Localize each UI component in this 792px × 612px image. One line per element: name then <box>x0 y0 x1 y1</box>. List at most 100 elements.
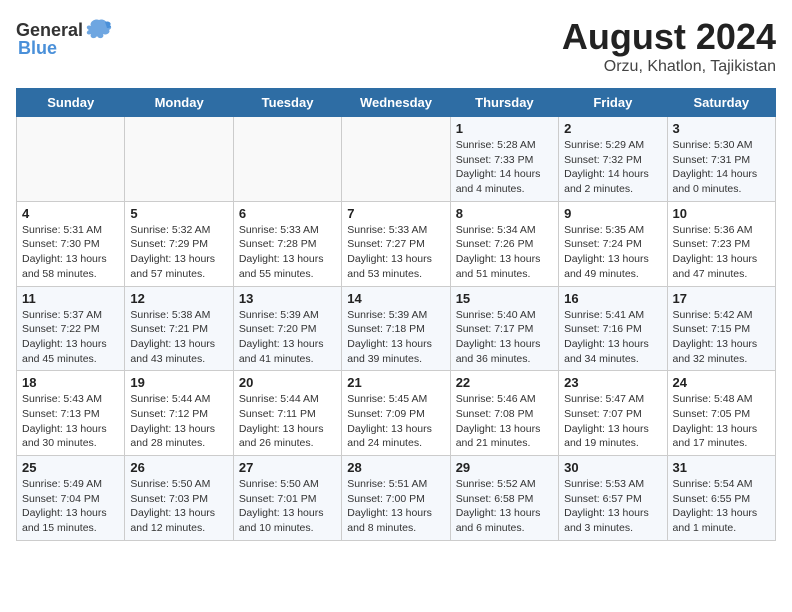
day-number: 15 <box>456 291 553 306</box>
logo-bird-icon <box>85 16 113 44</box>
day-info: Sunrise: 5:52 AM Sunset: 6:58 PM Dayligh… <box>456 477 553 536</box>
calendar-cell: 6 Sunrise: 5:33 AM Sunset: 7:28 PM Daylig… <box>233 201 341 286</box>
calendar-cell: 5 Sunrise: 5:32 AM Sunset: 7:29 PM Daylig… <box>125 201 233 286</box>
calendar-week-row: 11 Sunrise: 5:37 AM Sunset: 7:22 PM Dayli… <box>17 286 776 371</box>
day-info: Sunrise: 5:41 AM Sunset: 7:16 PM Dayligh… <box>564 308 661 367</box>
day-info: Sunrise: 5:40 AM Sunset: 7:17 PM Dayligh… <box>456 308 553 367</box>
day-info: Sunrise: 5:50 AM Sunset: 7:01 PM Dayligh… <box>239 477 336 536</box>
day-info: Sunrise: 5:39 AM Sunset: 7:20 PM Dayligh… <box>239 308 336 367</box>
day-info: Sunrise: 5:50 AM Sunset: 7:03 PM Dayligh… <box>130 477 227 536</box>
day-info: Sunrise: 5:44 AM Sunset: 7:11 PM Dayligh… <box>239 392 336 451</box>
calendar-cell: 3 Sunrise: 5:30 AM Sunset: 7:31 PM Daylig… <box>667 117 775 202</box>
calendar-cell: 1 Sunrise: 5:28 AM Sunset: 7:33 PM Daylig… <box>450 117 558 202</box>
day-info: Sunrise: 5:36 AM Sunset: 7:23 PM Dayligh… <box>673 223 770 282</box>
day-number: 1 <box>456 121 553 136</box>
day-number: 5 <box>130 206 227 221</box>
day-number: 19 <box>130 375 227 390</box>
calendar-cell: 26 Sunrise: 5:50 AM Sunset: 7:03 PM Dayli… <box>125 456 233 541</box>
day-info: Sunrise: 5:31 AM Sunset: 7:30 PM Dayligh… <box>22 223 119 282</box>
day-number: 27 <box>239 460 336 475</box>
calendar-week-row: 1 Sunrise: 5:28 AM Sunset: 7:33 PM Daylig… <box>17 117 776 202</box>
day-info: Sunrise: 5:49 AM Sunset: 7:04 PM Dayligh… <box>22 477 119 536</box>
calendar-cell: 29 Sunrise: 5:52 AM Sunset: 6:58 PM Dayli… <box>450 456 558 541</box>
day-number: 17 <box>673 291 770 306</box>
day-info: Sunrise: 5:39 AM Sunset: 7:18 PM Dayligh… <box>347 308 444 367</box>
calendar-cell <box>125 117 233 202</box>
day-number: 4 <box>22 206 119 221</box>
day-info: Sunrise: 5:48 AM Sunset: 7:05 PM Dayligh… <box>673 392 770 451</box>
calendar-cell: 13 Sunrise: 5:39 AM Sunset: 7:20 PM Dayli… <box>233 286 341 371</box>
day-info: Sunrise: 5:33 AM Sunset: 7:28 PM Dayligh… <box>239 223 336 282</box>
day-number: 31 <box>673 460 770 475</box>
dow-header-wednesday: Wednesday <box>342 89 450 117</box>
day-number: 26 <box>130 460 227 475</box>
dow-header-thursday: Thursday <box>450 89 558 117</box>
day-info: Sunrise: 5:33 AM Sunset: 7:27 PM Dayligh… <box>347 223 444 282</box>
calendar-week-row: 25 Sunrise: 5:49 AM Sunset: 7:04 PM Dayli… <box>17 456 776 541</box>
day-number: 18 <box>22 375 119 390</box>
logo: General Blue <box>16 16 113 59</box>
day-info: Sunrise: 5:43 AM Sunset: 7:13 PM Dayligh… <box>22 392 119 451</box>
day-number: 3 <box>673 121 770 136</box>
day-number: 13 <box>239 291 336 306</box>
calendar-cell: 30Sunrise: 5:53 AM Sunset: 6:57 PM Dayli… <box>559 456 667 541</box>
day-info: Sunrise: 5:44 AM Sunset: 7:12 PM Dayligh… <box>130 392 227 451</box>
day-number: 22 <box>456 375 553 390</box>
calendar-cell: 28Sunrise: 5:51 AM Sunset: 7:00 PM Dayli… <box>342 456 450 541</box>
day-info: Sunrise: 5:28 AM Sunset: 7:33 PM Dayligh… <box>456 138 553 197</box>
day-number: 2 <box>564 121 661 136</box>
day-info: Sunrise: 5:30 AM Sunset: 7:31 PM Dayligh… <box>673 138 770 197</box>
calendar-cell: 7 Sunrise: 5:33 AM Sunset: 7:27 PM Daylig… <box>342 201 450 286</box>
month-year-title: August 2024 <box>562 16 776 58</box>
dow-header-saturday: Saturday <box>667 89 775 117</box>
day-number: 11 <box>22 291 119 306</box>
calendar-cell: 22Sunrise: 5:46 AM Sunset: 7:08 PM Dayli… <box>450 371 558 456</box>
day-number: 7 <box>347 206 444 221</box>
day-number: 25 <box>22 460 119 475</box>
day-number: 29 <box>456 460 553 475</box>
calendar-cell: 11 Sunrise: 5:37 AM Sunset: 7:22 PM Dayli… <box>17 286 125 371</box>
day-info: Sunrise: 5:32 AM Sunset: 7:29 PM Dayligh… <box>130 223 227 282</box>
day-info: Sunrise: 5:34 AM Sunset: 7:26 PM Dayligh… <box>456 223 553 282</box>
day-number: 16 <box>564 291 661 306</box>
day-info: Sunrise: 5:42 AM Sunset: 7:15 PM Dayligh… <box>673 308 770 367</box>
dow-header-sunday: Sunday <box>17 89 125 117</box>
title-area: August 2024 Orzu, Khatlon, Tajikistan <box>562 16 776 76</box>
day-number: 23 <box>564 375 661 390</box>
calendar-cell: 14 Sunrise: 5:39 AM Sunset: 7:18 PM Dayli… <box>342 286 450 371</box>
calendar-cell: 15 Sunrise: 5:40 AM Sunset: 7:17 PM Dayli… <box>450 286 558 371</box>
calendar-cell: 19 Sunrise: 5:44 AM Sunset: 7:12 PM Dayli… <box>125 371 233 456</box>
day-info: Sunrise: 5:53 AM Sunset: 6:57 PM Dayligh… <box>564 477 661 536</box>
day-number: 8 <box>456 206 553 221</box>
calendar-table: SundayMondayTuesdayWednesdayThursdayFrid… <box>16 88 776 541</box>
calendar-cell: 4 Sunrise: 5:31 AM Sunset: 7:30 PM Daylig… <box>17 201 125 286</box>
day-number: 12 <box>130 291 227 306</box>
day-number: 14 <box>347 291 444 306</box>
day-number: 10 <box>673 206 770 221</box>
calendar-cell <box>233 117 341 202</box>
calendar-week-row: 4 Sunrise: 5:31 AM Sunset: 7:30 PM Daylig… <box>17 201 776 286</box>
calendar-body: 1 Sunrise: 5:28 AM Sunset: 7:33 PM Daylig… <box>17 117 776 541</box>
header: General Blue August 2024 Orzu, Khatlon, … <box>16 16 776 76</box>
calendar-cell <box>17 117 125 202</box>
day-info: Sunrise: 5:29 AM Sunset: 7:32 PM Dayligh… <box>564 138 661 197</box>
calendar-cell: 16 Sunrise: 5:41 AM Sunset: 7:16 PM Dayli… <box>559 286 667 371</box>
calendar-cell: 12Sunrise: 5:38 AM Sunset: 7:21 PM Dayli… <box>125 286 233 371</box>
calendar-cell: 17 Sunrise: 5:42 AM Sunset: 7:15 PM Dayli… <box>667 286 775 371</box>
day-number: 6 <box>239 206 336 221</box>
day-info: Sunrise: 5:47 AM Sunset: 7:07 PM Dayligh… <box>564 392 661 451</box>
calendar-cell: 10 Sunrise: 5:36 AM Sunset: 7:23 PM Dayli… <box>667 201 775 286</box>
calendar-cell: 23 Sunrise: 5:47 AM Sunset: 7:07 PM Dayli… <box>559 371 667 456</box>
day-info: Sunrise: 5:37 AM Sunset: 7:22 PM Dayligh… <box>22 308 119 367</box>
calendar-cell: 2 Sunrise: 5:29 AM Sunset: 7:32 PM Daylig… <box>559 117 667 202</box>
day-number: 24 <box>673 375 770 390</box>
calendar-cell: 27 Sunrise: 5:50 AM Sunset: 7:01 PM Dayli… <box>233 456 341 541</box>
day-info: Sunrise: 5:45 AM Sunset: 7:09 PM Dayligh… <box>347 392 444 451</box>
calendar-cell: 8 Sunrise: 5:34 AM Sunset: 7:26 PM Daylig… <box>450 201 558 286</box>
day-number: 21 <box>347 375 444 390</box>
day-of-week-header-row: SundayMondayTuesdayWednesdayThursdayFrid… <box>17 89 776 117</box>
logo-text-blue: Blue <box>18 38 57 59</box>
dow-header-tuesday: Tuesday <box>233 89 341 117</box>
day-number: 28 <box>347 460 444 475</box>
calendar-cell: 25 Sunrise: 5:49 AM Sunset: 7:04 PM Dayli… <box>17 456 125 541</box>
